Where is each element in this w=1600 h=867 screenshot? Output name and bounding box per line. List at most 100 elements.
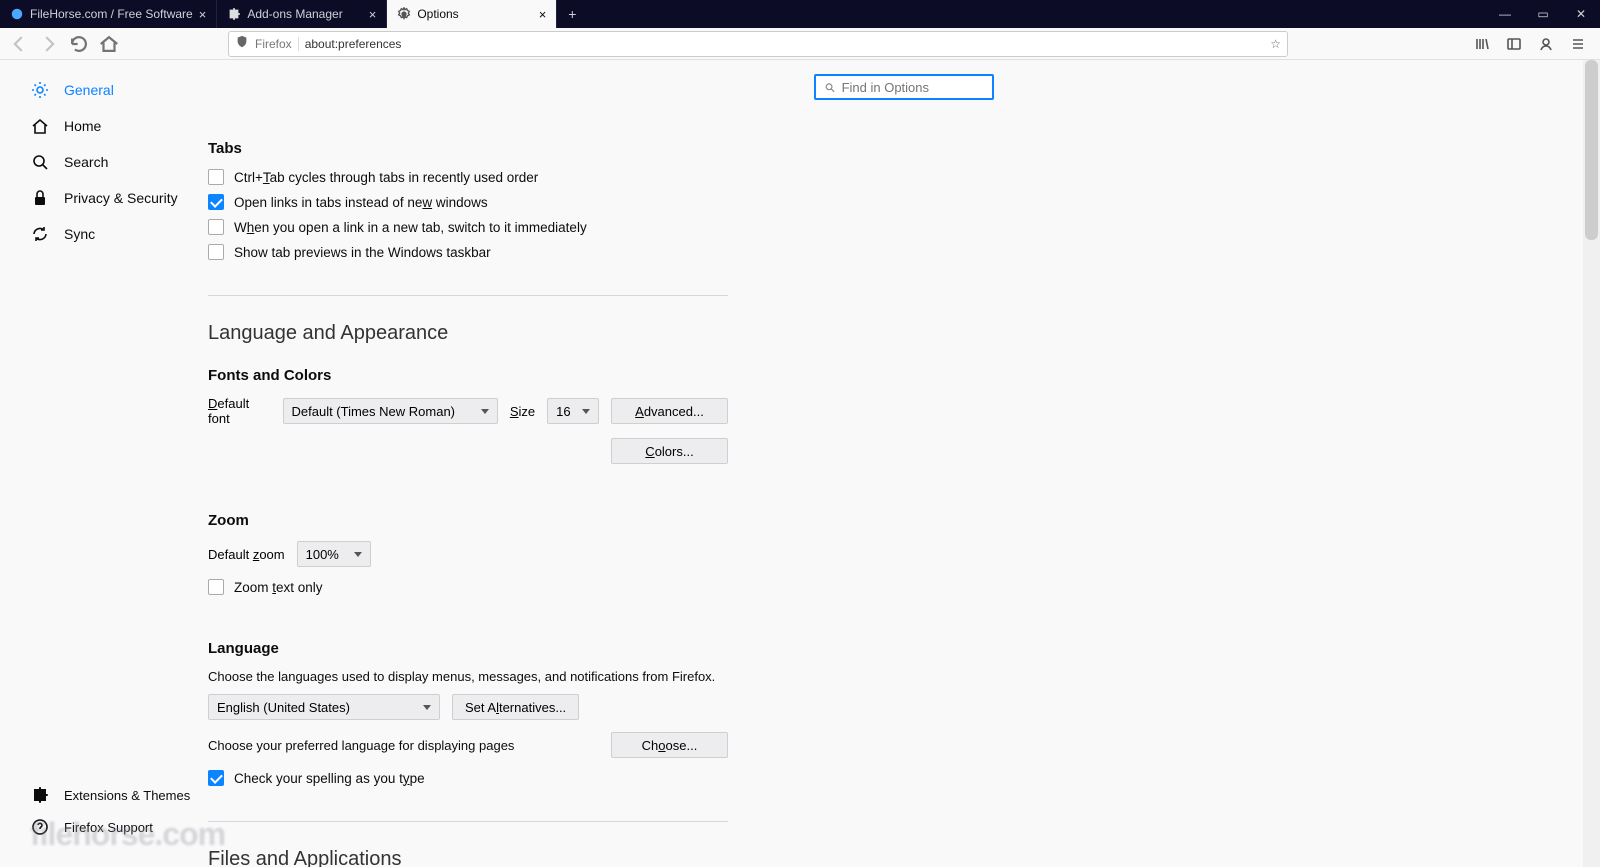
checkbox-label: Ctrl+Tab cycles through tabs in recently… — [234, 170, 538, 185]
home-icon — [30, 116, 50, 136]
choose-lang-row: Choose your preferred language for displ… — [208, 732, 728, 758]
section-tabs: Tabs Ctrl+Tab cycles through tabs in rec… — [208, 140, 728, 269]
home-nav-icon[interactable] — [98, 33, 120, 55]
default-zoom-select[interactable]: 100% — [297, 541, 371, 567]
titlebar: FileHorse.com / Free Software × Add-ons … — [0, 0, 1600, 28]
checkbox-taskbar-preview[interactable]: Show tab previews in the Windows taskbar — [208, 244, 728, 260]
checkbox-label: Show tab previews in the Windows taskbar — [234, 245, 491, 260]
colors-row: Colors... — [208, 438, 728, 464]
back-icon — [8, 33, 30, 55]
section-heading: Language — [208, 640, 728, 657]
section-heading: Files and Applications — [208, 848, 728, 867]
set-alternatives-button[interactable]: Set Alternatives... — [452, 694, 579, 720]
maximize-icon[interactable]: ▭ — [1524, 0, 1562, 28]
sidebar-item-support[interactable]: Firefox Support — [30, 817, 190, 837]
font-size-select[interactable]: 16 — [547, 398, 599, 424]
shield-icon — [235, 35, 249, 52]
account-icon[interactable] — [1536, 34, 1556, 54]
checkbox-open-links[interactable]: Open links in tabs instead of new window… — [208, 194, 728, 210]
size-label: Size — [510, 404, 535, 419]
sidebar-item-label: General — [64, 82, 114, 98]
puzzle-icon — [30, 785, 50, 805]
reload-icon[interactable] — [68, 33, 90, 55]
section-files-apps: Files and Applications — [208, 848, 728, 867]
lock-icon — [30, 188, 50, 208]
section-heading: Language and Appearance — [208, 322, 728, 345]
language-select[interactable]: English (United States) — [208, 694, 440, 720]
scrollbar[interactable] — [1583, 60, 1600, 867]
checkbox-icon[interactable] — [208, 244, 224, 260]
sidebar-item-extensions[interactable]: Extensions & Themes — [30, 785, 190, 805]
checkbox-icon[interactable] — [208, 770, 224, 786]
sidebar-item-label: Firefox Support — [64, 820, 153, 835]
close-icon[interactable]: × — [199, 7, 207, 22]
choose-lang-desc: Choose your preferred language for displ… — [208, 738, 514, 753]
browser-tab-filehorse[interactable]: FileHorse.com / Free Software × — [0, 0, 217, 28]
checkbox-ctrl-tab[interactable]: Ctrl+Tab cycles through tabs in recently… — [208, 169, 728, 185]
checkbox-icon[interactable] — [208, 579, 224, 595]
separator — [208, 821, 728, 822]
section-language: Language Choose the languages used to di… — [208, 640, 728, 795]
checkbox-label: Check your spelling as you type — [234, 771, 425, 786]
minimize-icon[interactable]: — — [1486, 0, 1524, 28]
default-font-label: Default font — [208, 396, 271, 426]
sidebar-item-label: Home — [64, 118, 101, 134]
tab-label: FileHorse.com / Free Software — [30, 7, 193, 21]
puzzle-icon — [227, 7, 241, 21]
navbar: Firefox about:preferences ☆ — [0, 28, 1600, 60]
toolbar-right — [1472, 34, 1588, 54]
sidebar-item-privacy[interactable]: Privacy & Security — [30, 188, 200, 208]
advanced-button[interactable]: Advanced... — [611, 398, 728, 424]
sidebar-item-label: Extensions & Themes — [64, 788, 190, 803]
bookmark-star-icon[interactable]: ☆ — [1270, 37, 1281, 51]
default-font-select[interactable]: Default (Times New Roman) — [283, 398, 498, 424]
preferences-sidebar: General Home Search Privacy & Security S… — [0, 60, 200, 867]
identity-label: Firefox — [255, 37, 299, 51]
url-bar[interactable]: Firefox about:preferences ☆ — [228, 31, 1288, 57]
library-icon[interactable] — [1472, 34, 1492, 54]
close-icon[interactable]: × — [539, 7, 547, 22]
language-select-row: English (United States) Set Alternatives… — [208, 694, 728, 720]
checkbox-label: Zoom text only — [234, 580, 323, 595]
colors-button[interactable]: Colors... — [611, 438, 728, 464]
menu-icon[interactable] — [1568, 34, 1588, 54]
content: General Home Search Privacy & Security S… — [0, 60, 1600, 867]
checkbox-icon[interactable] — [208, 194, 224, 210]
section-heading: Tabs — [208, 140, 728, 157]
sidebar-item-search[interactable]: Search — [30, 152, 200, 172]
checkbox-switch-immediate[interactable]: When you open a link in a new tab, switc… — [208, 219, 728, 235]
gear-icon — [30, 80, 50, 100]
sync-icon — [30, 224, 50, 244]
tab-label: Options — [417, 7, 458, 21]
checkbox-icon[interactable] — [208, 219, 224, 235]
search-input-wrap[interactable] — [814, 74, 994, 100]
section-zoom: Zoom Default zoom 100% Zoom text only — [208, 512, 728, 604]
sidebar-item-label: Search — [64, 154, 108, 170]
close-icon[interactable]: × — [369, 7, 377, 22]
sidebar-icon[interactable] — [1504, 34, 1524, 54]
favicon-icon — [10, 7, 24, 21]
browser-tab-addons[interactable]: Add-ons Manager × — [217, 0, 387, 28]
checkbox-spelling[interactable]: Check your spelling as you type — [208, 770, 728, 786]
close-window-icon[interactable]: ✕ — [1562, 0, 1600, 28]
browser-tab-options[interactable]: Options × — [387, 0, 557, 28]
separator — [208, 295, 728, 296]
language-desc: Choose the languages used to display men… — [208, 669, 728, 684]
search-icon — [824, 81, 836, 94]
sidebar-footer: Extensions & Themes Firefox Support — [30, 785, 190, 837]
choose-button[interactable]: Choose... — [611, 732, 728, 758]
preferences-main: Tabs Ctrl+Tab cycles through tabs in rec… — [200, 60, 1600, 867]
sidebar-item-sync[interactable]: Sync — [30, 224, 200, 244]
scrollbar-thumb[interactable] — [1585, 60, 1598, 240]
search-input[interactable] — [842, 80, 984, 95]
url-text: about:preferences — [305, 37, 1265, 51]
default-zoom-label: Default zoom — [208, 547, 285, 562]
checkbox-label: When you open a link in a new tab, switc… — [234, 220, 587, 235]
new-tab-button[interactable]: + — [557, 0, 587, 28]
sidebar-item-general[interactable]: General — [30, 80, 200, 100]
sidebar-item-label: Sync — [64, 226, 95, 242]
forward-icon — [38, 33, 60, 55]
sidebar-item-home[interactable]: Home — [30, 116, 200, 136]
checkbox-icon[interactable] — [208, 169, 224, 185]
checkbox-zoom-text-only[interactable]: Zoom text only — [208, 579, 728, 595]
